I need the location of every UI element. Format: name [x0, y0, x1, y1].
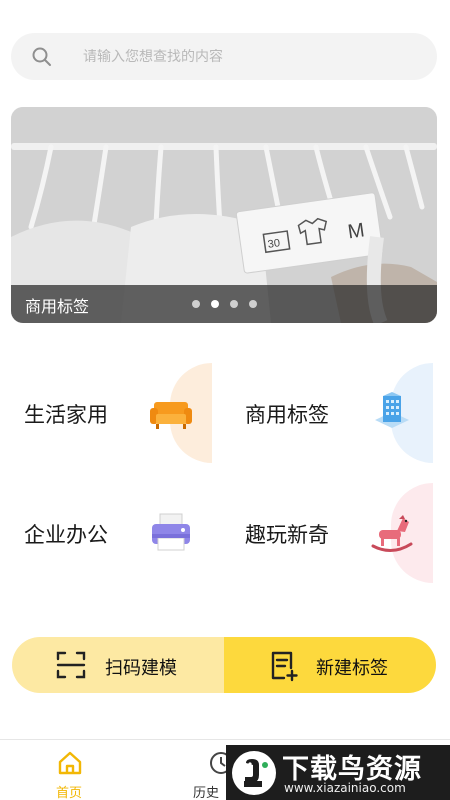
tab-home-label: 首页 — [55, 786, 82, 800]
building-icon — [369, 390, 415, 436]
printer-icon — [148, 510, 194, 556]
category-card-commercial[interactable]: 商用标签 — [237, 363, 433, 463]
carousel-dot-active[interactable] — [211, 300, 219, 308]
category-label: 企业办公 — [24, 523, 108, 547]
search-icon — [31, 46, 53, 68]
action-bar: 扫码建模 新建标签 — [12, 637, 436, 693]
carousel-dot[interactable] — [192, 300, 200, 308]
banner-tag-size: M — [346, 219, 366, 243]
search-input[interactable] — [83, 48, 403, 65]
new-document-icon — [267, 648, 301, 682]
category-label: 趣玩新奇 — [245, 523, 329, 547]
category-label: 商用标签 — [245, 403, 329, 427]
new-label-button[interactable]: 新建标签 — [224, 637, 436, 693]
scan-icon — [54, 648, 88, 682]
tab-home[interactable]: 首页 — [29, 740, 109, 800]
carousel-dot[interactable] — [230, 300, 238, 308]
banner-carousel[interactable]: 30 M 商用标签 — [11, 107, 437, 323]
watermark-url: www.xiazainiao.com — [284, 781, 406, 795]
search-bar[interactable] — [11, 33, 437, 80]
banner-caption: 商用标签 — [25, 297, 90, 316]
bird-logo-icon — [232, 751, 276, 795]
watermark: 下载鸟资源 www.xiazainiao.com — [226, 745, 450, 800]
home-icon — [57, 750, 83, 776]
category-card-home[interactable]: 生活家用 — [16, 363, 212, 463]
banner-tag-wash-temp: 30 — [267, 237, 281, 251]
scan-model-label: 扫码建模 — [105, 658, 177, 679]
sofa-icon — [148, 390, 194, 436]
banner-caption-bar: 商用标签 — [11, 285, 437, 323]
rocking-horse-icon — [369, 510, 415, 556]
carousel-dot[interactable] — [249, 300, 257, 308]
scan-model-button[interactable]: 扫码建模 — [12, 637, 224, 693]
carousel-indicator[interactable] — [192, 300, 257, 308]
category-card-office[interactable]: 企业办公 — [16, 483, 212, 583]
category-card-fun[interactable]: 趣玩新奇 — [237, 483, 433, 583]
new-label-label: 新建标签 — [316, 658, 388, 679]
category-label: 生活家用 — [24, 403, 108, 427]
